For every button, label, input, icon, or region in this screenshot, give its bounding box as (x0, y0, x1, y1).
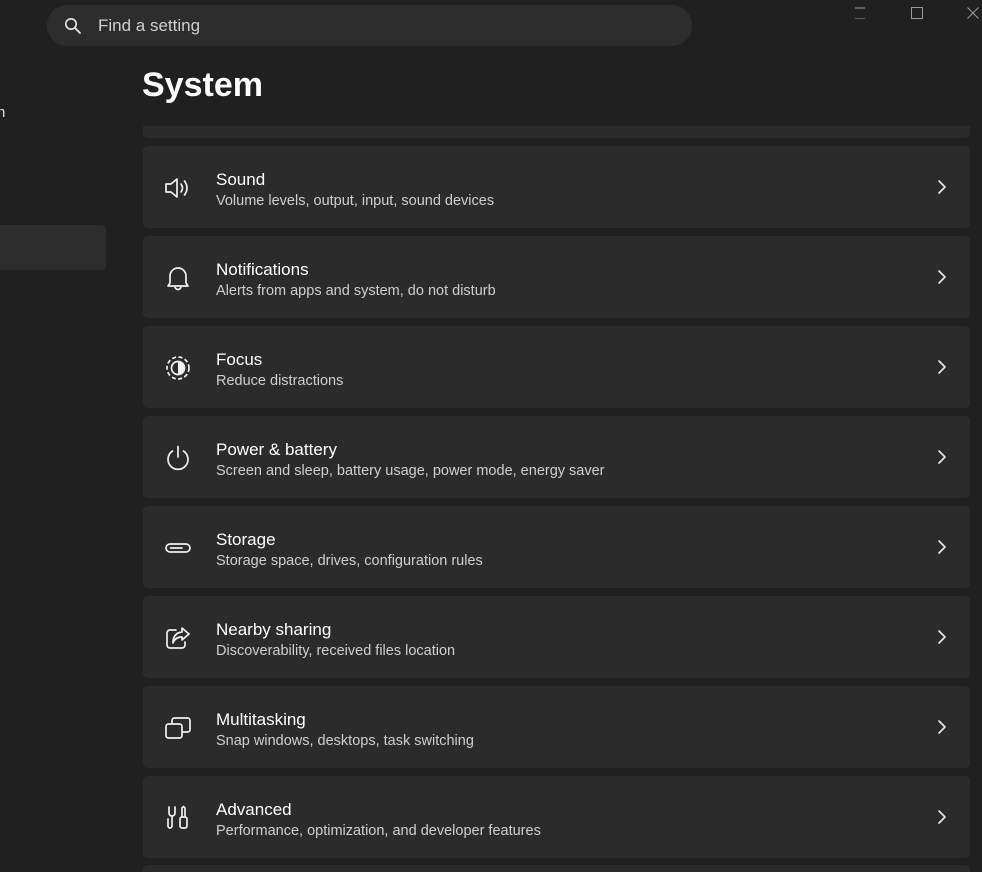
chevron-right-icon (936, 718, 948, 736)
card-description: Performance, optimization, and developer… (216, 823, 541, 839)
multitasking-icon (163, 715, 193, 741)
minimize-button[interactable] (840, 0, 880, 30)
settings-card-power-battery[interactable]: Power & battery Screen and sleep, batter… (143, 416, 970, 498)
card-title: Sound (216, 170, 266, 189)
settings-card-nearby-sharing[interactable]: Nearby sharing Discoverability, received… (143, 596, 970, 678)
card-description: Alerts from apps and system, do not dist… (216, 283, 496, 299)
card-title: Focus (216, 350, 263, 369)
card-description: Storage space, drives, configuration rul… (216, 553, 483, 569)
speaker-icon (163, 175, 193, 201)
tools-icon (163, 805, 193, 831)
nav-item-selected[interactable] (0, 225, 106, 270)
maximize-icon (911, 6, 923, 24)
page-title: System (142, 66, 263, 104)
chevron-right-icon (936, 358, 948, 376)
card-title: Power & battery (216, 440, 337, 459)
settings-card-focus[interactable]: Focus Reduce distractions (143, 326, 970, 408)
settings-card-multitasking[interactable]: Multitasking Snap windows, desktops, tas… (143, 686, 970, 768)
share-icon (163, 625, 193, 651)
chevron-right-icon (936, 808, 948, 826)
card-title: Notifications (216, 260, 309, 279)
close-icon (967, 6, 979, 24)
card-title: Multitasking (216, 710, 306, 729)
card-description: Snap windows, desktops, task switching (216, 733, 474, 749)
power-icon (163, 445, 193, 471)
settings-card-storage[interactable]: Storage Storage space, drives, configura… (143, 506, 970, 588)
settings-window: n System Sound Volume levels, output, in… (0, 0, 982, 872)
chevron-right-icon (936, 268, 948, 286)
settings-card-sound[interactable]: Sound Volume levels, output, input, soun… (143, 146, 970, 228)
focus-icon (163, 355, 193, 381)
settings-card-advanced[interactable]: Advanced Performance, optimization, and … (143, 776, 970, 858)
card-description: Screen and sleep, battery usage, power m… (216, 463, 605, 479)
search-box[interactable] (47, 5, 692, 46)
minimize-icon (854, 6, 866, 24)
card-title: Advanced (216, 800, 292, 819)
search-icon (64, 17, 82, 35)
chevron-right-icon (936, 448, 948, 466)
storage-icon (163, 535, 193, 561)
settings-card-partial[interactable] (143, 126, 970, 138)
chevron-right-icon (936, 178, 948, 196)
card-description: Volume levels, output, input, sound devi… (216, 193, 495, 209)
bell-icon (163, 265, 193, 291)
nav-item-label-partial[interactable]: n (0, 104, 5, 121)
card-description: Reduce distractions (216, 373, 344, 389)
chevron-right-icon (936, 628, 948, 646)
card-title: Nearby sharing (216, 620, 332, 639)
settings-card-notifications[interactable]: Notifications Alerts from apps and syste… (143, 236, 970, 318)
maximize-button[interactable] (897, 0, 937, 30)
settings-card-partial[interactable] (143, 865, 970, 872)
close-button[interactable] (953, 0, 982, 30)
card-description: Discoverability, received files location (216, 643, 456, 659)
chevron-right-icon (936, 538, 948, 556)
card-title: Storage (216, 530, 276, 549)
search-input[interactable] (98, 15, 658, 36)
